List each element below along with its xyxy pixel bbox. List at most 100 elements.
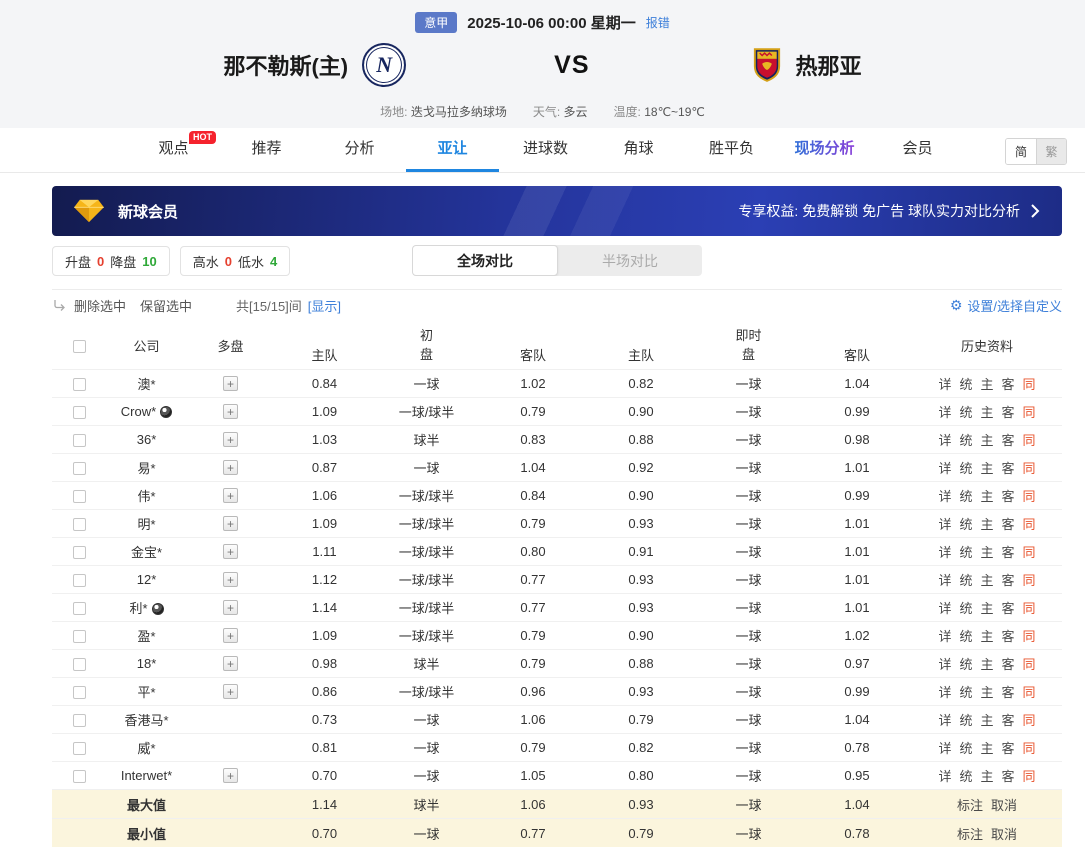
settings-customize-button[interactable]: ⚙ 设置/选择自定义 [950, 296, 1062, 315]
tab-corners[interactable]: 角球 [592, 128, 685, 172]
history-same-link[interactable]: 同 [1023, 769, 1036, 784]
history-link[interactable]: 主 [980, 433, 993, 448]
company-name[interactable]: 澳* [107, 374, 186, 393]
row-checkbox[interactable] [73, 406, 86, 420]
history-link[interactable]: 详 [938, 517, 951, 532]
history-link[interactable]: 主 [980, 545, 993, 560]
history-link[interactable]: 客 [1002, 629, 1015, 644]
history-link[interactable]: 客 [1002, 377, 1015, 392]
history-link[interactable]: 统 [959, 573, 972, 588]
history-link[interactable]: 统 [959, 377, 972, 392]
summary-action-link[interactable]: 取消 [991, 798, 1017, 813]
delete-selected-button[interactable]: 删除选中 [74, 296, 126, 315]
expand-odds-button[interactable]: + [223, 600, 238, 616]
history-link[interactable]: 统 [959, 713, 972, 728]
row-checkbox[interactable] [73, 378, 86, 392]
history-link[interactable]: 客 [1002, 685, 1015, 700]
history-same-link[interactable]: 同 [1023, 573, 1036, 588]
history-same-link[interactable]: 同 [1023, 713, 1036, 728]
row-checkbox[interactable] [73, 574, 86, 588]
history-link[interactable]: 详 [938, 405, 951, 420]
expand-odds-button[interactable]: + [223, 628, 238, 644]
history-link[interactable]: 统 [959, 601, 972, 616]
history-same-link[interactable]: 同 [1023, 405, 1036, 420]
history-link[interactable]: 主 [980, 489, 993, 504]
keep-selected-button[interactable]: 保留选中 [140, 296, 192, 315]
history-link[interactable]: 主 [980, 377, 993, 392]
history-link[interactable]: 客 [1002, 433, 1015, 448]
expand-odds-button[interactable]: + [223, 768, 238, 784]
company-name[interactable]: 36* [107, 432, 186, 447]
history-same-link[interactable]: 同 [1023, 461, 1036, 476]
tab-analysis[interactable]: 分析 [313, 128, 406, 172]
expand-odds-button[interactable]: + [223, 516, 238, 532]
history-same-link[interactable]: 同 [1023, 601, 1036, 616]
history-link[interactable]: 详 [938, 433, 951, 448]
company-name[interactable]: 威* [107, 738, 186, 757]
row-checkbox[interactable] [73, 602, 86, 616]
company-name[interactable]: 平* [107, 682, 186, 701]
history-link[interactable]: 统 [959, 629, 972, 644]
company-name[interactable]: 香港马* [107, 710, 186, 729]
row-checkbox[interactable] [73, 434, 86, 448]
report-error-link[interactable]: 报错 [646, 14, 670, 31]
history-link[interactable]: 主 [980, 713, 993, 728]
history-link[interactable]: 详 [938, 573, 951, 588]
row-checkbox[interactable] [73, 462, 86, 476]
history-link[interactable]: 客 [1002, 461, 1015, 476]
vip-promo-banner[interactable]: 新球会员 专享权益: 免费解锁 免广告 球队实力对比分析 [52, 186, 1062, 236]
expand-odds-button[interactable]: + [223, 404, 238, 420]
history-link[interactable]: 详 [938, 713, 951, 728]
row-checkbox[interactable] [73, 686, 86, 700]
row-checkbox[interactable] [73, 518, 86, 532]
lang-simplified-button[interactable]: 简 [1006, 139, 1036, 164]
tab-goals[interactable]: 进球数 [499, 128, 592, 172]
expand-odds-button[interactable]: + [223, 544, 238, 560]
history-same-link[interactable]: 同 [1023, 517, 1036, 532]
half-match-tab[interactable]: 半场对比 [558, 245, 702, 276]
tab-win-draw-lose[interactable]: 胜平负 [685, 128, 778, 172]
show-link[interactable]: [显示] [308, 296, 341, 315]
expand-odds-button[interactable]: + [223, 656, 238, 672]
history-link[interactable]: 统 [959, 769, 972, 784]
history-link[interactable]: 统 [959, 489, 972, 504]
row-checkbox[interactable] [73, 714, 86, 728]
history-link[interactable]: 统 [959, 741, 972, 756]
history-link[interactable]: 客 [1002, 741, 1015, 756]
tab-recommend[interactable]: 推荐 [220, 128, 313, 172]
history-link[interactable]: 主 [980, 769, 993, 784]
history-link[interactable]: 主 [980, 601, 993, 616]
lang-traditional-button[interactable]: 繁 [1036, 139, 1066, 164]
summary-action-link[interactable]: 标注 [957, 827, 983, 842]
history-same-link[interactable]: 同 [1023, 685, 1036, 700]
history-link[interactable]: 详 [938, 489, 951, 504]
tab-member[interactable]: 会员 [871, 128, 964, 172]
history-link[interactable]: 统 [959, 461, 972, 476]
company-name[interactable]: 易* [107, 458, 186, 477]
company-name[interactable]: 12* [107, 572, 186, 587]
history-link[interactable]: 客 [1002, 517, 1015, 532]
history-link[interactable]: 客 [1002, 601, 1015, 616]
company-name[interactable]: Crow* [107, 404, 186, 419]
row-checkbox[interactable] [73, 742, 86, 756]
history-link[interactable]: 主 [980, 405, 993, 420]
history-link[interactable]: 客 [1002, 657, 1015, 672]
history-link[interactable]: 客 [1002, 545, 1015, 560]
company-name[interactable]: 明* [107, 514, 186, 533]
history-link[interactable]: 主 [980, 461, 993, 476]
history-link[interactable]: 统 [959, 545, 972, 560]
history-same-link[interactable]: 同 [1023, 433, 1036, 448]
history-link[interactable]: 主 [980, 573, 993, 588]
tab-live-analysis[interactable]: 现场分析 [778, 128, 871, 172]
history-link[interactable]: 主 [980, 741, 993, 756]
history-same-link[interactable]: 同 [1023, 741, 1036, 756]
summary-action-link[interactable]: 取消 [991, 827, 1017, 842]
history-link[interactable]: 客 [1002, 769, 1015, 784]
company-name[interactable]: 18* [107, 656, 186, 671]
history-link[interactable]: 详 [938, 461, 951, 476]
expand-odds-button[interactable]: + [223, 460, 238, 476]
tab-asian-handicap[interactable]: 亚让 [406, 128, 499, 172]
row-checkbox[interactable] [73, 490, 86, 504]
history-same-link[interactable]: 同 [1023, 377, 1036, 392]
history-link[interactable]: 详 [938, 545, 951, 560]
